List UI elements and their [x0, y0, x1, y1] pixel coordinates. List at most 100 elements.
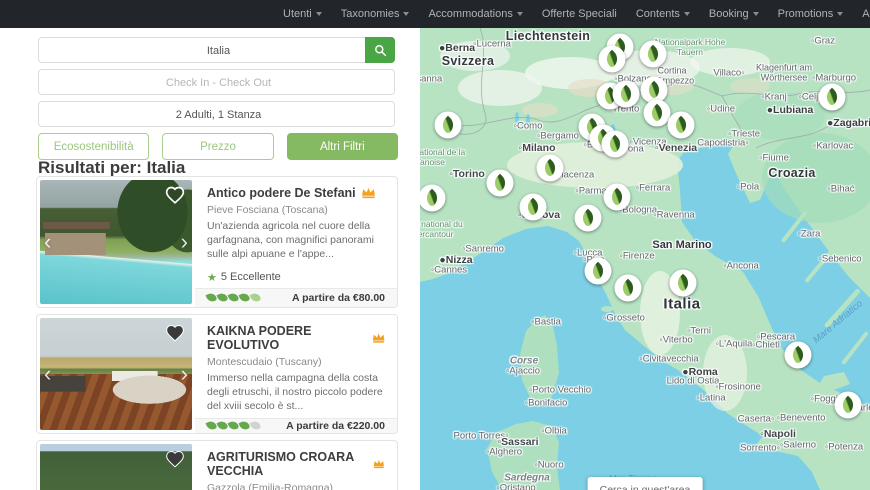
accommodation-map-marker[interactable] [603, 183, 631, 211]
magnifier-icon [374, 44, 386, 56]
leaf-icon [671, 115, 691, 135]
eco-leaves [205, 419, 262, 432]
card-description: Immerso nella campagna della costa degli… [207, 372, 383, 413]
leaf-icon [616, 84, 636, 104]
nav-menu-item[interactable]: Admin [862, 8, 870, 20]
checkin-checkout-input[interactable] [39, 70, 398, 96]
favorite-heart-icon[interactable] [164, 449, 186, 469]
accommodation-map-marker[interactable] [818, 83, 846, 111]
price-filter-button[interactable]: Prezzo [162, 133, 274, 160]
leaf-icon [602, 49, 622, 69]
map[interactable]: Liechtenstein●BernaSvizzera◦LucernaLosan… [420, 28, 870, 490]
leaf-icon [618, 278, 638, 298]
card-location: Pieve Fosciana (Toscana) [207, 204, 328, 216]
accommodation-map-marker[interactable] [536, 154, 564, 182]
accommodation-card[interactable]: ‹ › AGRITURISMO CROARA VECCHIA Gazzola (… [36, 440, 398, 490]
leaf-icon [523, 197, 543, 217]
accommodation-card[interactable]: ‹ › KAIKNA PODERE EVOLUTIVO Montescudaio… [36, 314, 398, 434]
search-results-panel: Ecosostenibilità Prezzo Altri Filtri Ris… [0, 28, 420, 490]
chevron-down-icon [837, 12, 844, 16]
eco-leaf-icon [249, 291, 262, 304]
favorite-heart-icon[interactable] [164, 323, 186, 343]
accommodation-card[interactable]: ‹ › Antico podere De Stefani Pieve Fosci… [36, 176, 398, 308]
results-heading: Risultati per: Italia [38, 158, 186, 177]
next-photo-chevron-icon[interactable]: › [181, 231, 188, 253]
card-image: ‹ › [40, 444, 192, 490]
nav-menu-item[interactable]: Promotions [778, 8, 844, 20]
card-price: A partire da €80.00 [292, 291, 385, 304]
leaf-icon [838, 395, 858, 415]
nav-menu-item[interactable]: Booking [709, 8, 759, 20]
card-body: KAIKNA PODERE EVOLUTIVO Montescudaio (Tu… [195, 315, 397, 433]
chevron-down-icon [683, 12, 690, 16]
card-title-text: AGRITURISMO CROARA VECCHIA [207, 450, 354, 478]
card-footer: A partire da €220.00 [195, 417, 397, 433]
card-title-text: Antico podere De Stefani [207, 186, 356, 200]
more-filters-button[interactable]: Altri Filtri [286, 133, 398, 160]
accommodation-map-marker[interactable] [584, 257, 612, 285]
nav-item-label: Admin [862, 8, 870, 20]
accommodation-map-marker[interactable] [667, 111, 695, 139]
card-title: KAIKNA PODERE EVOLUTIVO [207, 324, 385, 352]
accommodation-map-marker[interactable] [612, 80, 640, 108]
leaf-icon [540, 158, 560, 178]
card-image: ‹ › [40, 180, 192, 304]
rating-text: 5 Eccellente [220, 271, 281, 284]
nav-menu: Utenti Taxonomies Accommodations Offerte… [283, 0, 870, 28]
leaf-icon [588, 261, 608, 281]
guests-rooms-input[interactable] [39, 102, 398, 128]
leaf-icon [788, 345, 808, 365]
guests-row [38, 101, 398, 128]
accommodation-map-marker[interactable] [639, 40, 667, 68]
nav-item-label: Contents [635, 8, 680, 20]
nav-item-label: Accommodations [428, 8, 513, 20]
top-navbar: Utenti Taxonomies Accommodations Offerte… [0, 0, 870, 28]
eco-leaf-icon [216, 419, 229, 432]
accommodation-map-marker[interactable] [601, 130, 629, 158]
leaf-icon [673, 273, 693, 293]
eco-leaf-icon [238, 419, 251, 432]
star-icon: ★ [207, 271, 217, 284]
accommodation-map-marker[interactable] [486, 169, 514, 197]
card-rating: ★ 5 Eccellente [207, 271, 385, 284]
nav-menu-item[interactable]: Offerte Speciali [542, 8, 617, 20]
accommodation-map-marker[interactable] [614, 274, 642, 302]
nav-menu-item[interactable]: Accommodations [428, 8, 523, 20]
premium-crown-icon [374, 459, 385, 469]
next-photo-chevron-icon[interactable]: › [181, 363, 188, 385]
accommodation-map-marker[interactable] [574, 204, 602, 232]
eco-filter-button[interactable]: Ecosostenibilità [38, 133, 150, 160]
chevron-down-icon [315, 12, 322, 16]
destination-input[interactable] [39, 38, 398, 64]
accommodation-map-marker[interactable] [643, 99, 671, 127]
accommodation-map-marker[interactable] [519, 193, 547, 221]
destination-row [38, 37, 398, 64]
eco-leaves [205, 291, 262, 304]
accommodation-map-marker[interactable] [834, 391, 862, 419]
nav-item-label: Offerte Speciali [541, 8, 617, 20]
nav-menu-item[interactable]: Utenti [283, 8, 322, 20]
prev-photo-chevron-icon[interactable]: ‹ [44, 363, 51, 385]
prev-photo-chevron-icon[interactable]: ‹ [44, 231, 51, 253]
leaf-icon [578, 208, 598, 228]
nav-menu-item[interactable]: Taxonomies [341, 8, 410, 20]
leaf-icon [490, 173, 510, 193]
search-button[interactable] [365, 37, 395, 63]
search-this-area-button[interactable]: Cerca in quest'area [587, 477, 703, 490]
leaf-icon [605, 134, 625, 154]
accommodation-map-marker[interactable] [669, 269, 697, 297]
leaf-icon [643, 44, 663, 64]
accommodation-map-marker[interactable] [434, 111, 462, 139]
card-location: Gazzola (Emilia-Romagna) [207, 482, 334, 490]
favorite-heart-icon[interactable] [164, 185, 186, 205]
accommodation-map-marker[interactable] [784, 341, 812, 369]
eco-leaf-icon [205, 419, 218, 432]
nav-item-label: Utenti [283, 8, 312, 20]
accommodation-map-marker[interactable] [598, 45, 626, 73]
premium-crown-icon [361, 187, 375, 199]
nav-menu-item[interactable]: Contents [636, 8, 690, 20]
card-title: AGRITURISMO CROARA VECCHIA [207, 450, 385, 478]
card-price: A partire da €220.00 [286, 419, 385, 432]
leaf-icon [422, 188, 442, 208]
card-description: Un'azienda agricola nel cuore della garf… [207, 220, 374, 261]
